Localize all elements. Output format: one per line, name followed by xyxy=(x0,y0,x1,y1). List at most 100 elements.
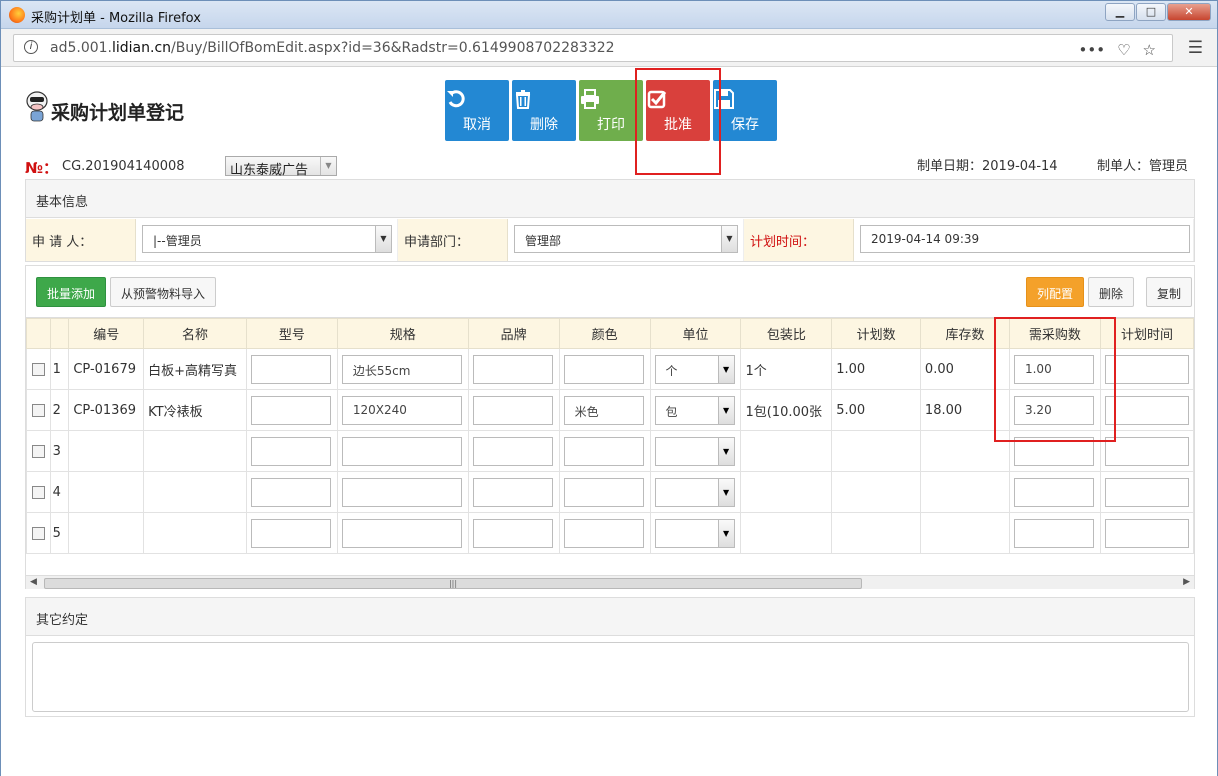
model-input[interactable] xyxy=(250,477,331,507)
unit-select[interactable]: 个 ▼ xyxy=(654,354,735,384)
spec-input[interactable] xyxy=(341,436,462,466)
color-input[interactable] xyxy=(563,436,644,466)
page-actions-icon[interactable]: ••• xyxy=(1079,41,1106,59)
column-config-button[interactable]: 列配置 xyxy=(1026,277,1085,307)
plan-time-input[interactable] xyxy=(1104,395,1189,425)
plan-time-input[interactable] xyxy=(1104,354,1189,384)
detail-table: 编号 名称 型号 规格 品牌 颜色 单位 包装比 计划数 库存数 需采购数 计划… xyxy=(26,318,1194,554)
spec-cell: 120X240 xyxy=(336,389,469,431)
color-input[interactable] xyxy=(563,518,644,548)
unit-cell: ▼ xyxy=(649,430,742,472)
row-checkbox[interactable] xyxy=(31,485,45,499)
need-qty-input[interactable] xyxy=(1013,518,1094,548)
brand-cell xyxy=(467,389,560,431)
address-bar[interactable]: i ad5.001.lidian.cn/Buy/BillOfBomEdit.as… xyxy=(13,34,1173,62)
stock-qty xyxy=(919,471,1010,513)
plan-qty xyxy=(831,430,921,472)
import-warning-button[interactable]: 从预警物料导入 xyxy=(110,277,217,307)
approve-button[interactable]: 批准 xyxy=(646,80,710,141)
brand-input[interactable] xyxy=(472,354,553,384)
trash-icon xyxy=(515,90,531,109)
row-checkbox[interactable] xyxy=(31,362,45,376)
plan-time-input[interactable] xyxy=(1104,477,1189,507)
applicant-select[interactable]: |--管理员 ▼ xyxy=(142,225,392,253)
unit-value: 个 xyxy=(665,363,678,378)
pocket-icon[interactable]: ♡ xyxy=(1117,41,1130,59)
menu-icon[interactable]: ☰ xyxy=(1188,38,1203,58)
row-checkbox[interactable] xyxy=(31,444,45,458)
copy-row-button[interactable]: 复制 xyxy=(1146,277,1193,307)
site-info-icon[interactable]: i xyxy=(24,40,38,54)
plan-time-input[interactable] xyxy=(1104,518,1189,548)
header-plan-time: 计划时间 xyxy=(1099,318,1194,349)
horizontal-scrollbar[interactable]: ◀ ||| ▶ xyxy=(26,575,1194,589)
scroll-right-icon[interactable]: ▶ xyxy=(1183,577,1190,587)
color-cell xyxy=(558,430,651,472)
brand-input[interactable] xyxy=(472,477,553,507)
spec-cell xyxy=(336,471,469,513)
spec-input[interactable]: 120X240 xyxy=(341,395,462,425)
need-qty-input[interactable] xyxy=(1013,477,1094,507)
detail-button-bar: 批量添加 从预警物料导入 列配置 删除 复制 xyxy=(26,266,1194,318)
stock-qty: 18.00 xyxy=(919,389,1010,431)
spec-input[interactable]: 边长55cm xyxy=(341,354,462,384)
need-qty-input[interactable] xyxy=(1013,436,1094,466)
spec-input[interactable] xyxy=(341,477,462,507)
company-select[interactable]: 山东泰威广告 ▼ xyxy=(225,156,337,178)
bookmark-star-icon[interactable]: ☆ xyxy=(1143,41,1156,59)
other-terms-textarea[interactable] xyxy=(32,642,1189,712)
need-qty-input[interactable]: 1.00 xyxy=(1013,354,1094,384)
minimize-button[interactable]: ▁ xyxy=(1105,3,1135,21)
delete-row-button[interactable]: 删除 xyxy=(1088,277,1135,307)
url-text[interactable]: ad5.001.lidian.cn/Buy/BillOfBomEdit.aspx… xyxy=(50,40,615,56)
color-input[interactable] xyxy=(563,477,644,507)
model-cell xyxy=(245,389,338,431)
chevron-down-icon: ▼ xyxy=(721,226,737,252)
need-qty-input[interactable]: 3.20 xyxy=(1013,395,1094,425)
window-title: 采购计划单 - Mozilla Firefox xyxy=(31,11,201,26)
scrollbar-thumb[interactable]: ||| xyxy=(44,578,862,589)
unit-select[interactable]: ▼ xyxy=(654,436,735,466)
model-input[interactable] xyxy=(250,395,331,425)
color-cell xyxy=(558,348,651,390)
brand-input[interactable] xyxy=(472,436,553,466)
row-checkbox[interactable] xyxy=(31,403,45,417)
spec-cell: 边长55cm xyxy=(336,348,469,390)
close-button[interactable]: ✕ xyxy=(1167,3,1211,21)
unit-select[interactable]: 包 ▼ xyxy=(654,395,735,425)
plan-qty-text: 5.00 xyxy=(836,402,866,418)
detail-grid: 编号 名称 型号 规格 品牌 颜色 单位 包装比 计划数 库存数 需采购数 计划… xyxy=(26,318,1194,576)
url-host: ad5.001.lidian.cn xyxy=(50,40,172,56)
model-input[interactable] xyxy=(250,354,331,384)
plan-time-input[interactable] xyxy=(1104,436,1189,466)
item-name-text: KT冷裱板 xyxy=(148,404,203,420)
print-button[interactable]: 打印 xyxy=(579,80,643,141)
row-index-text: 3 xyxy=(52,443,61,459)
row-index: 3 xyxy=(49,430,70,472)
unit-select[interactable]: ▼ xyxy=(654,518,735,548)
color-input[interactable]: 米色 xyxy=(563,395,644,425)
cancel-button[interactable]: 取消 xyxy=(445,80,509,141)
dept-select[interactable]: 管理部 ▼ xyxy=(514,225,738,253)
row-checkbox[interactable] xyxy=(31,526,45,540)
scroll-left-icon[interactable]: ◀ xyxy=(30,577,37,587)
dept-cell: 管理部 ▼ xyxy=(508,219,744,261)
item-code: CP-01369 xyxy=(68,389,145,431)
color-input[interactable] xyxy=(563,354,644,384)
maximize-button[interactable]: □ xyxy=(1136,3,1166,21)
spec-input[interactable] xyxy=(341,518,462,548)
header-unit: 单位 xyxy=(649,318,742,349)
plan-time-input[interactable]: 2019-04-14 09:39 xyxy=(860,225,1190,253)
header-code: 编号 xyxy=(68,318,145,349)
model-input[interactable] xyxy=(250,518,331,548)
unit-select[interactable]: ▼ xyxy=(654,477,735,507)
delete-button[interactable]: 删除 xyxy=(512,80,576,141)
brand-input[interactable] xyxy=(472,518,553,548)
model-input[interactable] xyxy=(250,436,331,466)
save-button[interactable]: 保存 xyxy=(713,80,777,141)
table-row: 5 ▼ xyxy=(26,512,1194,554)
delete-label: 删除 xyxy=(530,117,558,133)
item-name xyxy=(143,471,247,513)
batch-add-button[interactable]: 批量添加 xyxy=(36,277,107,307)
brand-input[interactable] xyxy=(472,395,553,425)
